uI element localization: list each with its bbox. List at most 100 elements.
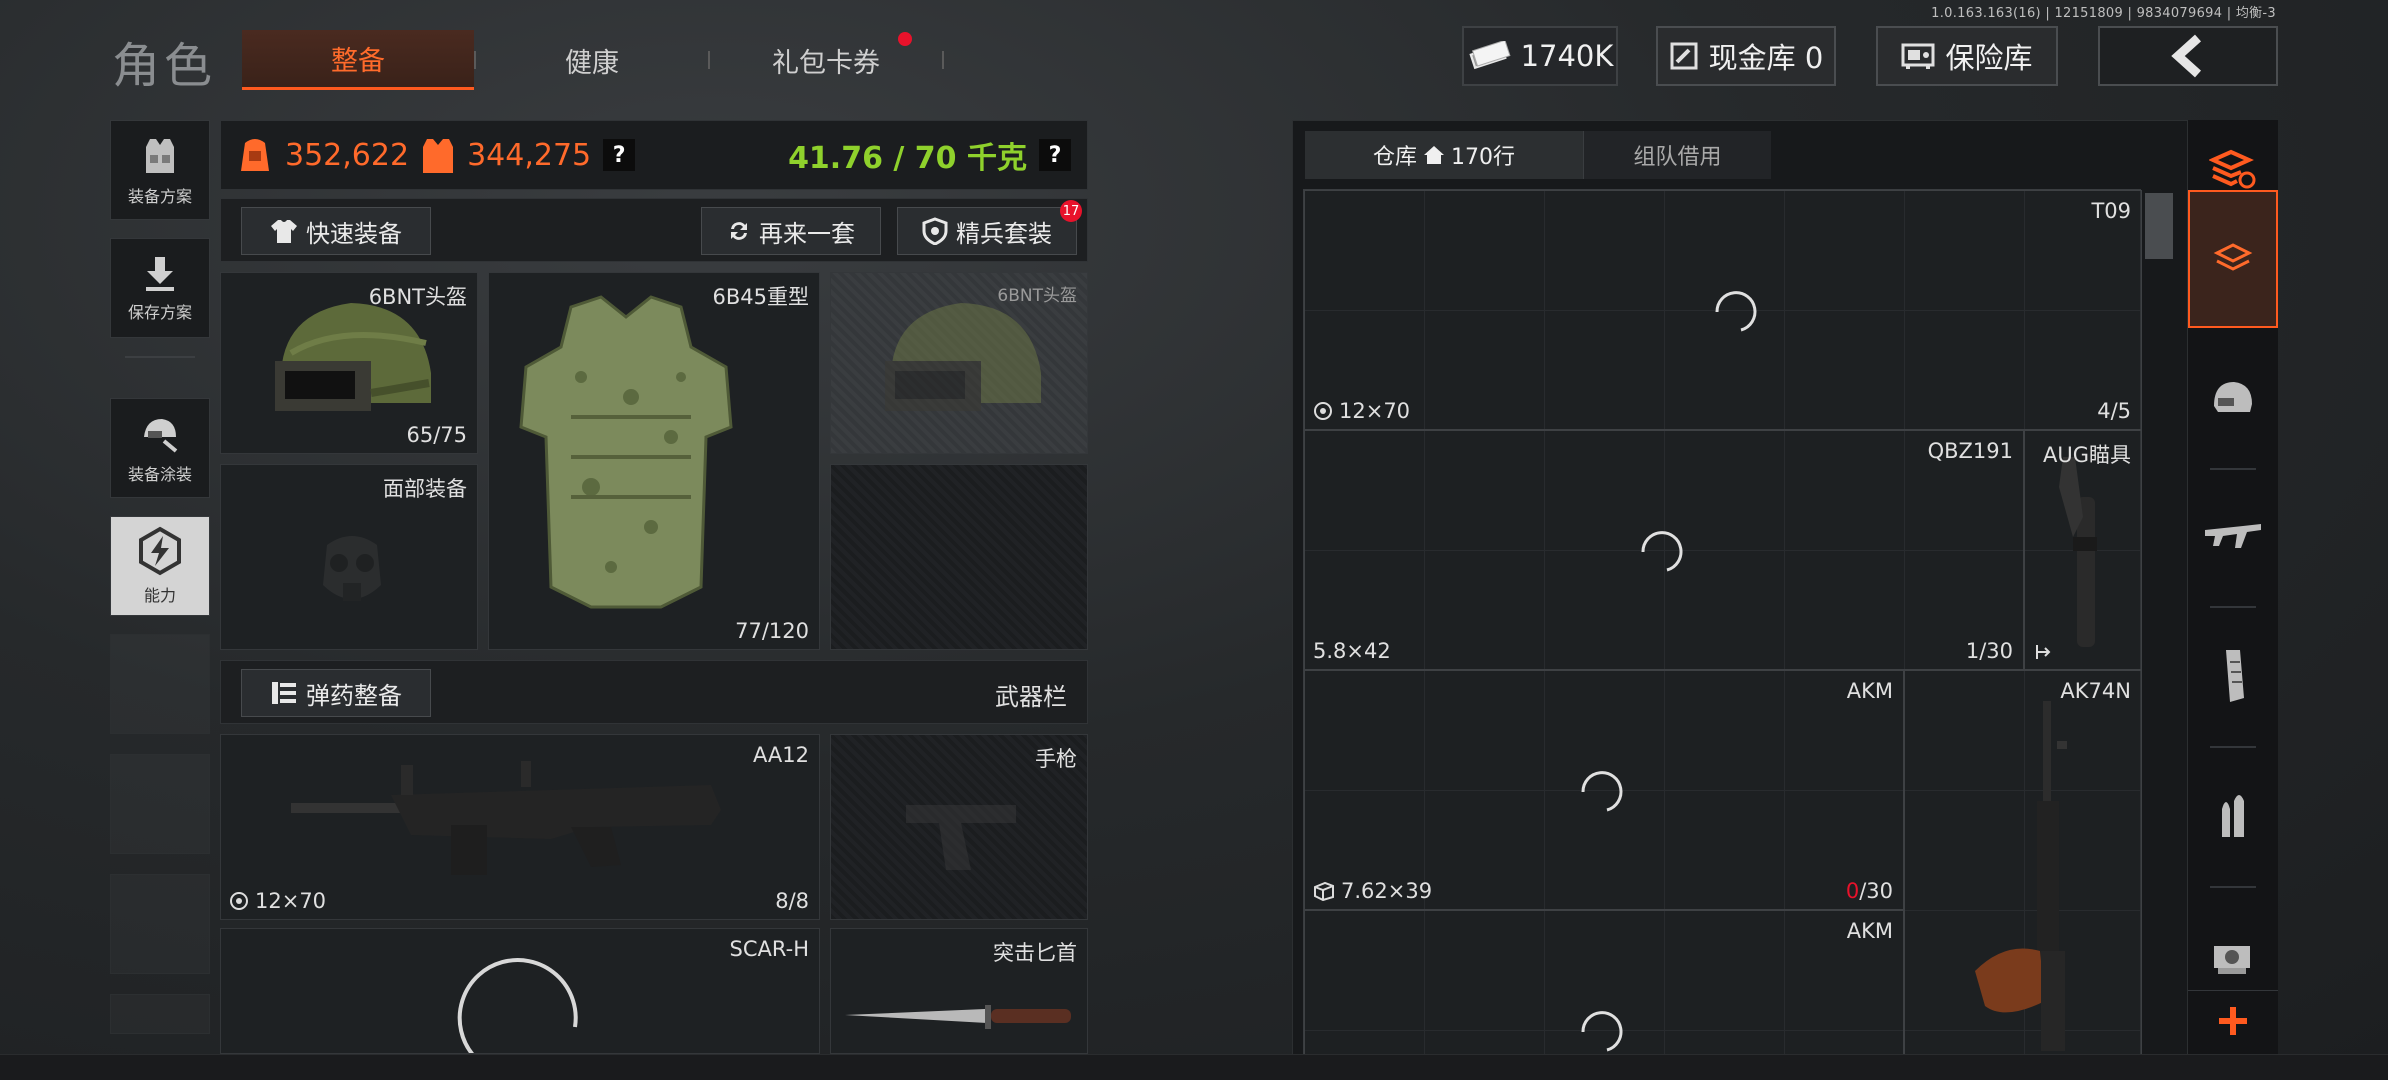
- shirt-icon: [271, 220, 297, 243]
- attach-icon: [2036, 645, 2051, 659]
- value-help-button[interactable]: ?: [603, 139, 636, 171]
- warehouse-item[interactable]: T09 12×70 4/5: [1304, 190, 2142, 430]
- shield-star-icon: [922, 217, 948, 245]
- item-title: AKM: [1846, 919, 1893, 943]
- tab-equip[interactable]: 整备: [242, 30, 474, 90]
- chevron-left-icon: [2171, 34, 2202, 78]
- melee-slot[interactable]: 突击匕首: [830, 928, 1088, 1054]
- reroll-button[interactable]: 再来一套: [701, 207, 881, 255]
- lightning-hex-icon: [139, 526, 181, 576]
- ammo-stack-icon: [272, 682, 296, 704]
- rail-category-all[interactable]: [2188, 190, 2278, 328]
- refresh-icon: [731, 222, 747, 240]
- sidebar-item-label: 装备方案: [127, 187, 192, 206]
- primary-weapon-slot[interactable]: AA12 12×70 8/8: [220, 734, 820, 920]
- vault-card-icon: [1670, 42, 1698, 70]
- item-ammo-type: 5.8×42: [1313, 639, 1391, 663]
- item-ammo: 5.8×42: [1313, 639, 1391, 663]
- sidebar-item-save-plan[interactable]: 保存方案: [110, 238, 210, 338]
- weight-value: 41.76 / 70 千克: [788, 141, 1027, 176]
- team-borrow-label: 组队借用: [1633, 145, 1722, 170]
- loading-spinner-icon: [1581, 1011, 1623, 1052]
- primary-weapon-title: AA12: [752, 743, 809, 767]
- item-title: QBZ191: [1927, 439, 2013, 463]
- ammo-equip-button[interactable]: 弹药整备: [241, 669, 431, 717]
- safe-label: 保险库: [1945, 41, 2033, 75]
- action-bar: 快速装备 再来一套 精兵套装 17: [220, 198, 1088, 262]
- warehouse-item[interactable]: QBZ191 5.8×42 1/30: [1304, 430, 2024, 670]
- cash-vault-label: 现金库 0: [1708, 41, 1824, 75]
- item-count-max: /30: [1859, 879, 1893, 903]
- knife-image: [845, 1005, 1071, 1029]
- shotgun-image: [291, 761, 721, 875]
- rifle-icon: [2205, 524, 2261, 548]
- warehouse-item[interactable]: AK74N: [1904, 670, 2142, 1060]
- item-title: T09: [2091, 199, 2131, 223]
- rifle-image: [1975, 701, 2067, 1051]
- helmet-icon: [2214, 382, 2252, 412]
- rail-category-rifle[interactable]: [2188, 486, 2278, 586]
- helmet-preview-slot[interactable]: 6BNT头盔: [830, 272, 1088, 454]
- item-title: AKM: [1846, 679, 1893, 703]
- main-tabs: 整备 健康 礼包卡券: [242, 30, 944, 90]
- money-button[interactable]: 1740K: [1462, 26, 1618, 86]
- rail-divider: [2210, 746, 2256, 748]
- warehouse-item[interactable]: AKM: [1304, 910, 1904, 1060]
- secondary-weapon-title: SCAR-H: [729, 937, 809, 961]
- primary-ammo-type: 12×70: [255, 889, 327, 913]
- sidebar-item-label: 装备涂装: [127, 465, 192, 484]
- equip-value: 344,275: [467, 137, 592, 173]
- back-button[interactable]: [2098, 26, 2278, 86]
- warehouse-rows: 170行: [1451, 145, 1515, 170]
- sidebar-empty-slot: [110, 634, 210, 734]
- pistol-slot[interactable]: 手枪: [830, 734, 1088, 920]
- warehouse-item[interactable]: AUG瞄具: [2024, 430, 2142, 670]
- warehouse-item[interactable]: AKM 7.62×39 0/30: [1304, 670, 1904, 910]
- weight-help-button[interactable]: ?: [1039, 139, 1071, 171]
- rail-category-helmet[interactable]: [2188, 346, 2278, 446]
- money-value: 1740K: [1520, 39, 1614, 73]
- cash-vault-button[interactable]: 现金库 0: [1656, 26, 1836, 86]
- item-title: AK74N: [2060, 679, 2131, 703]
- empty-equipment-slot[interactable]: [830, 464, 1088, 650]
- bottom-strip: [0, 1054, 2388, 1080]
- helmet-durability: 65/75: [406, 423, 467, 447]
- tab-team-borrow[interactable]: 组队借用: [1583, 131, 1771, 179]
- rail-category-ammo[interactable]: [2188, 766, 2278, 866]
- rail-divider: [2210, 886, 2256, 888]
- helmet-slot[interactable]: 6BNT头盔 65/75: [220, 272, 478, 454]
- shell-ammo-icon: [230, 892, 248, 910]
- elite-set-button[interactable]: 精兵套装 17: [897, 200, 1082, 255]
- plus-icon: [2219, 1006, 2247, 1035]
- safe-button[interactable]: 保险库: [1876, 26, 2058, 86]
- tab-gift-coupons[interactable]: 礼包卡券: [710, 30, 942, 90]
- sidebar-item-label: 能力: [143, 586, 176, 605]
- sidebar-empty-slot: [110, 994, 210, 1034]
- secondary-weapon-slot[interactable]: SCAR-H: [220, 928, 820, 1054]
- sidebar-item-loadout-plan[interactable]: 装备方案: [110, 120, 210, 220]
- tab-warehouse[interactable]: 仓库 170行: [1305, 131, 1583, 179]
- warehouse-tabs: 仓库 170行 组队借用: [1305, 131, 1771, 179]
- armor-slot[interactable]: 6B45重型 77/120: [488, 272, 820, 650]
- warehouse-scrollbar[interactable]: [2145, 193, 2173, 259]
- helmet-preview-title: 6BNT头盔: [997, 286, 1077, 306]
- rail-category-magazine[interactable]: [2188, 626, 2278, 726]
- quick-equip-label: 快速装备: [306, 219, 402, 248]
- sidebar-item-abilities[interactable]: 能力: [110, 516, 210, 616]
- rail-add-button[interactable]: [2188, 990, 2278, 1050]
- item-ammo: 7.62×39: [1313, 879, 1432, 903]
- safe-icon: [1901, 43, 1935, 69]
- backpack-value-icon: [241, 139, 269, 171]
- sidebar-item-paint[interactable]: 装备涂装: [110, 398, 210, 498]
- notification-dot: [898, 32, 912, 46]
- sidebar: 装备方案 保存方案 装备涂装 能力: [110, 120, 210, 1054]
- swap-layers-icon: [2209, 149, 2256, 189]
- loading-spinner-icon: [1715, 291, 1757, 332]
- carry-value: 352,622: [285, 137, 410, 173]
- item-ammo: 12×70: [1313, 399, 1410, 423]
- sidebar-empty-slot: [110, 874, 210, 974]
- item-ammo-type: 12×70: [1339, 399, 1411, 423]
- face-slot[interactable]: 面部装备: [220, 464, 478, 650]
- tab-health[interactable]: 健康: [476, 30, 708, 90]
- quick-equip-button[interactable]: 快速装备: [241, 207, 431, 255]
